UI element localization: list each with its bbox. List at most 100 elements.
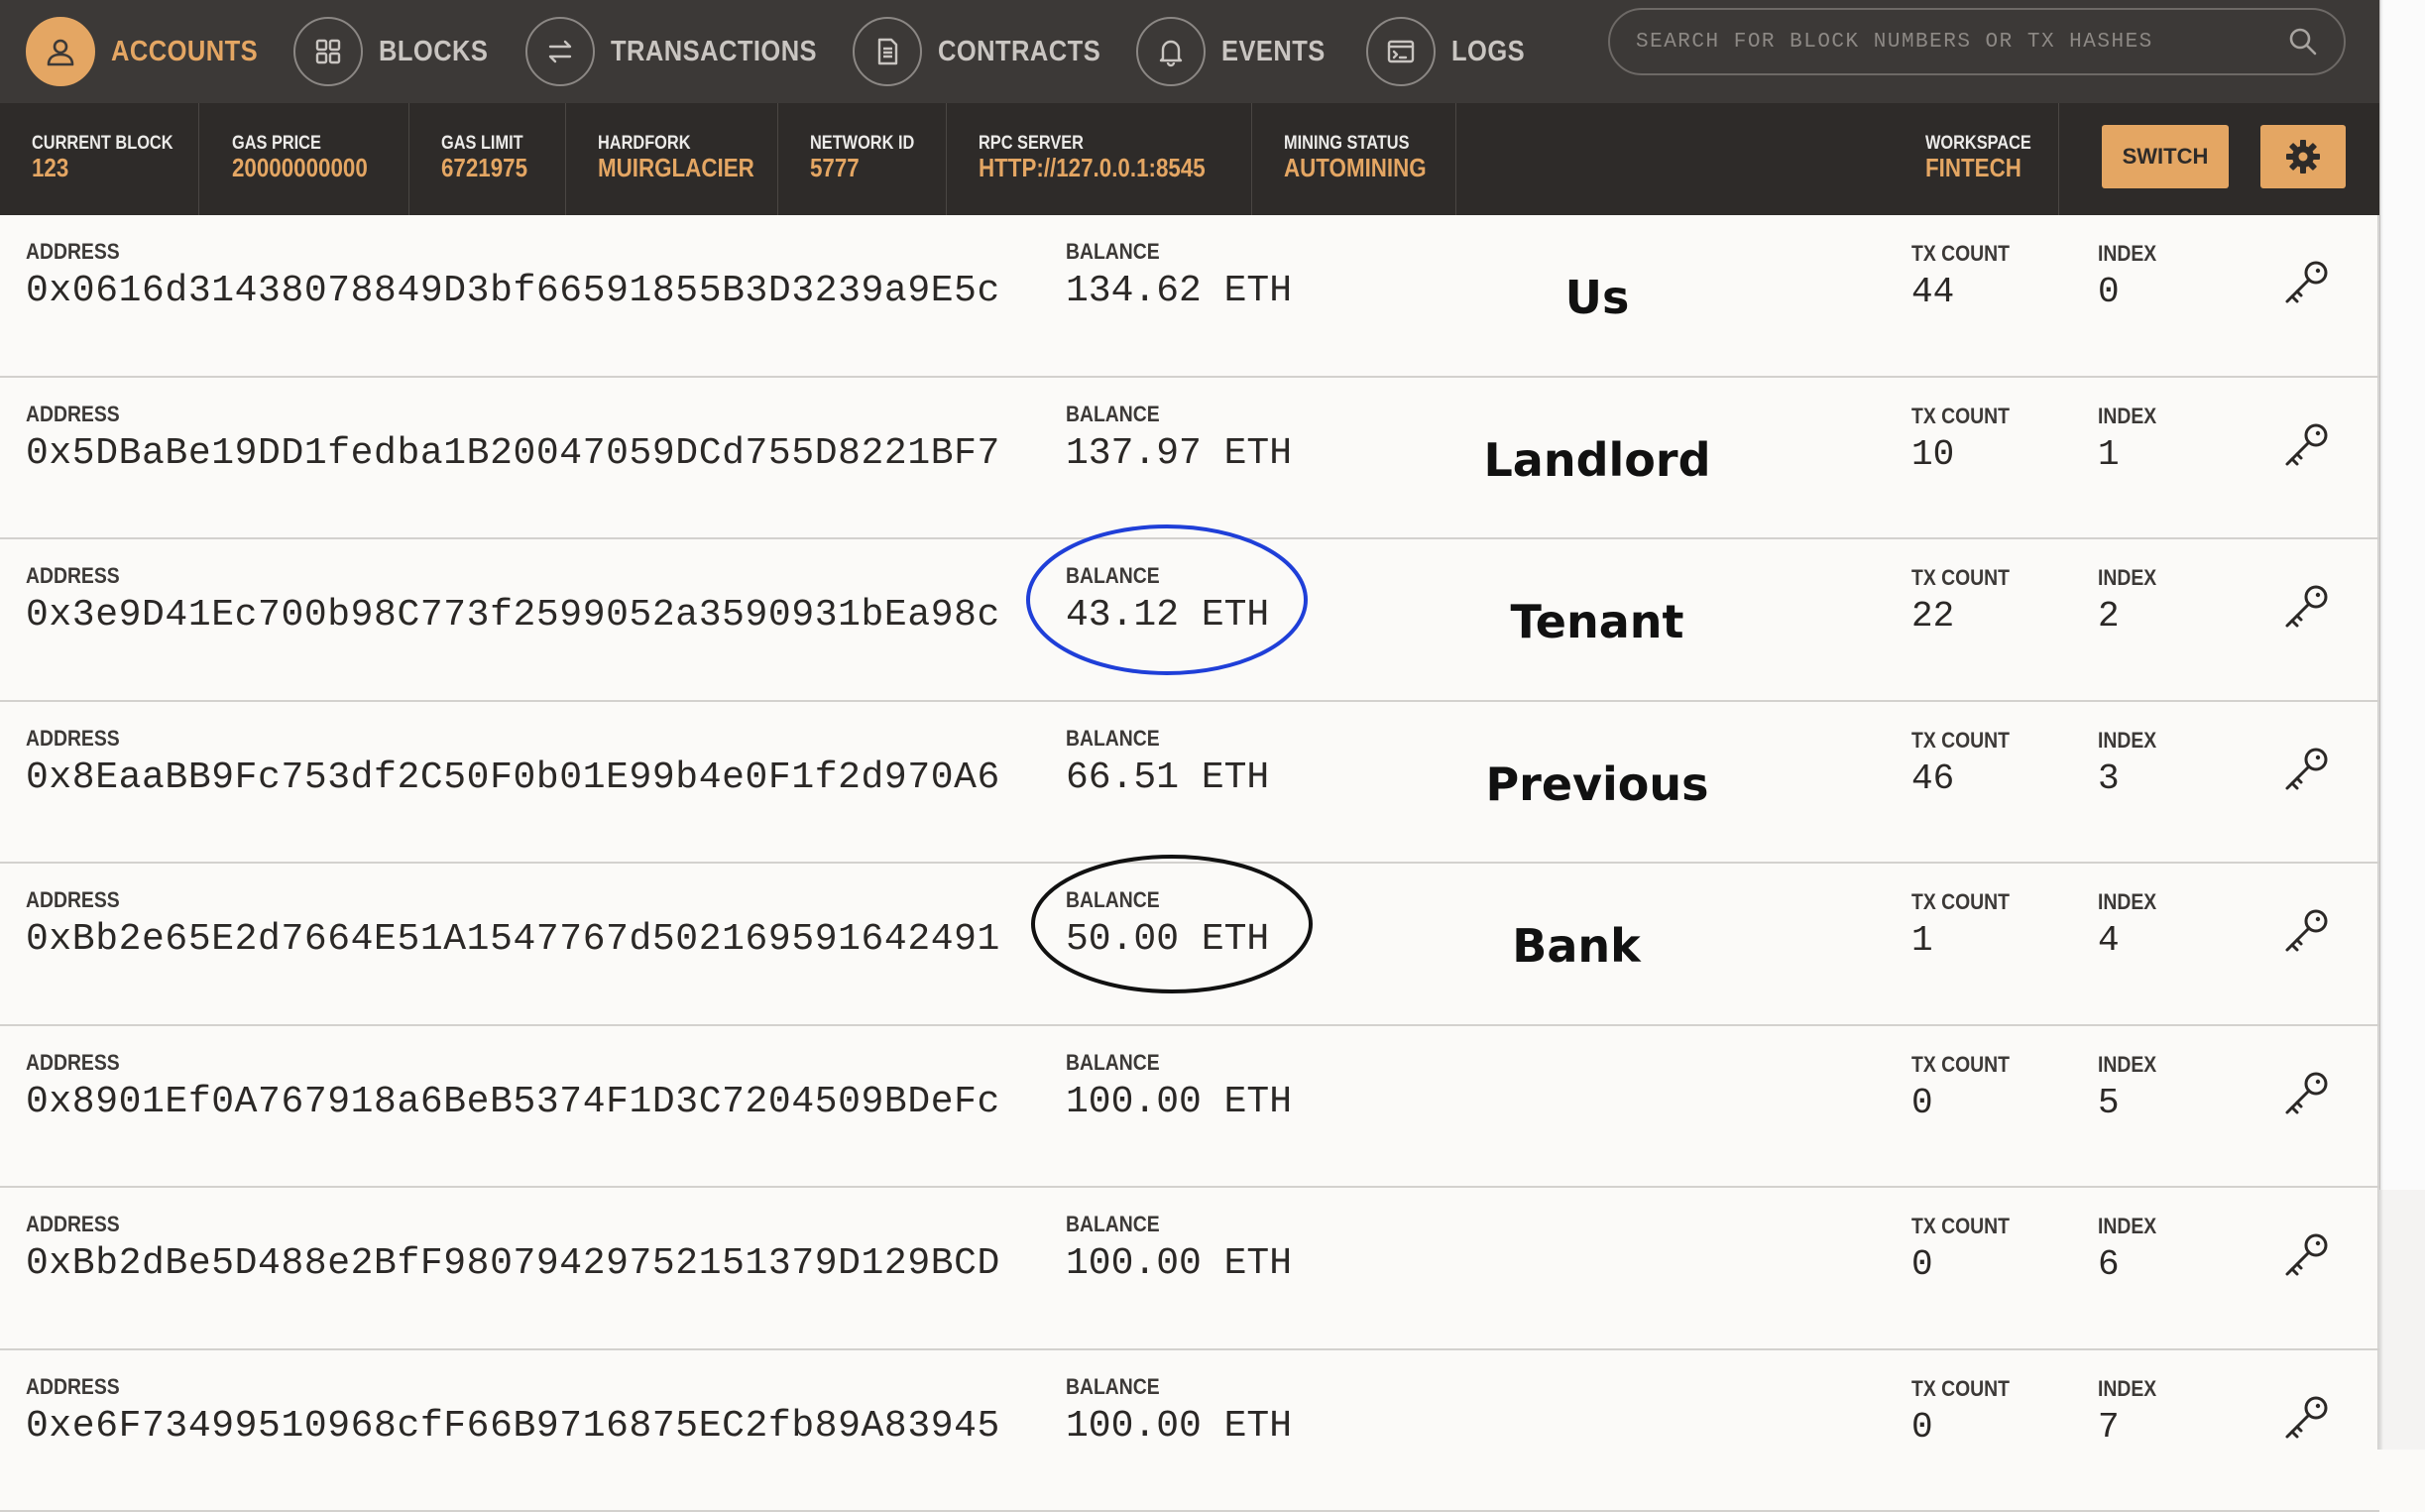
account-tx-count: 10 bbox=[1911, 434, 1954, 475]
account-address: 0x5DBaBe19DD1fedba1B20047059DCd755D8221B… bbox=[26, 432, 1000, 475]
key-icon[interactable] bbox=[2280, 1229, 2332, 1281]
account-row: ADDRESS0xe6F73499510968cfF66B9716875EC2f… bbox=[0, 1350, 2379, 1512]
status-bar: CURRENT BLOCK 123 GAS PRICE 20000000000 … bbox=[0, 103, 2379, 215]
account-row: ADDRESS 0x0616d31438078849D3bf66591855B3D… bbox=[0, 215, 2379, 378]
stat-value: 123 bbox=[32, 153, 68, 183]
stat-value: HTTP://127.0.0.1:8545 bbox=[979, 153, 1206, 183]
stat-value: 20000000000 bbox=[232, 153, 368, 183]
key-icon[interactable] bbox=[2280, 905, 2332, 957]
account-annotation: Us bbox=[1565, 271, 1630, 324]
index-label: INDEX bbox=[2098, 241, 2156, 267]
tx-count-label: TX COUNT bbox=[1911, 241, 2010, 267]
index-label: INDEX bbox=[2098, 404, 2156, 429]
account-index: 7 bbox=[2098, 1407, 2120, 1448]
background-window-panel bbox=[2379, 0, 2425, 1190]
account-balance: 43.12 ETH bbox=[1066, 594, 1269, 637]
key-icon[interactable] bbox=[2280, 419, 2332, 471]
account-annotation: Landlord bbox=[1483, 433, 1710, 487]
stat-label: GAS PRICE bbox=[232, 133, 321, 155]
stat-value: AUTOMINING bbox=[1284, 153, 1427, 183]
address-label: ADDRESS bbox=[26, 402, 120, 427]
nav-blocks[interactable]: BLOCKS bbox=[293, 0, 503, 103]
balance-label: BALANCE bbox=[1066, 1050, 1160, 1076]
tx-count-label: TX COUNT bbox=[1911, 1052, 2010, 1078]
account-address: 0x3e9D41Ec700b98C773f2599052a3590931bEa9… bbox=[26, 594, 1000, 637]
settings-button[interactable] bbox=[2260, 125, 2346, 188]
address-label: ADDRESS bbox=[26, 1374, 120, 1400]
nav-accounts[interactable]: ACCOUNTS bbox=[26, 0, 278, 103]
accounts-list: ADDRESS 0x0616d31438078849D3bf66591855B3D… bbox=[0, 215, 2379, 1512]
account-index: 0 bbox=[2098, 272, 2120, 312]
stat-label: GAS LIMIT bbox=[441, 133, 523, 155]
divider bbox=[777, 103, 778, 215]
account-address: 0xBb2e65E2d7664E51A1547767d5021695916424… bbox=[26, 918, 1000, 961]
search-input[interactable] bbox=[1634, 30, 2286, 55]
account-row: ADDRESS 0x3e9D41Ec700b98C773f2599052a3590… bbox=[0, 539, 2379, 702]
divider bbox=[2058, 103, 2059, 215]
user-icon bbox=[26, 17, 95, 86]
balance-label: BALANCE bbox=[1066, 239, 1160, 265]
account-address: 0x0616d31438078849D3bf66591855B3D3239a9E… bbox=[26, 270, 1000, 312]
balance-label: BALANCE bbox=[1066, 887, 1160, 913]
switch-workspace-button[interactable]: SWITCH bbox=[2102, 125, 2229, 188]
account-index: 5 bbox=[2098, 1083, 2120, 1123]
tx-count-label: TX COUNT bbox=[1911, 1214, 2010, 1239]
address-label: ADDRESS bbox=[26, 1050, 120, 1076]
index-label: INDEX bbox=[2098, 1052, 2156, 1078]
index-label: INDEX bbox=[2098, 565, 2156, 591]
tx-count-label: TX COUNT bbox=[1911, 889, 2010, 915]
account-tx-count: 44 bbox=[1911, 272, 1954, 312]
key-icon[interactable] bbox=[2280, 1392, 2332, 1444]
stat-label: MINING STATUS bbox=[1284, 133, 1409, 155]
account-tx-count: 46 bbox=[1911, 758, 1954, 799]
account-address: 0x8901Ef0A767918a6BeB5374F1D3C7204509BDe… bbox=[26, 1081, 1000, 1123]
account-index: 4 bbox=[2098, 920, 2120, 961]
divider bbox=[946, 103, 947, 215]
account-tx-count: 1 bbox=[1911, 920, 1933, 961]
account-tx-count: 22 bbox=[1911, 596, 1954, 637]
address-label: ADDRESS bbox=[26, 887, 120, 913]
key-icon[interactable] bbox=[2280, 581, 2332, 633]
account-tx-count: 0 bbox=[1911, 1244, 1933, 1285]
nav-contracts-label: CONTRACTS bbox=[938, 36, 1100, 68]
stat-label: WORKSPACE bbox=[1925, 133, 2031, 155]
key-icon[interactable] bbox=[2280, 257, 2332, 308]
address-label: ADDRESS bbox=[26, 563, 120, 589]
address-label: ADDRESS bbox=[26, 239, 120, 265]
account-balance: 100.00 ETH bbox=[1066, 1242, 1292, 1285]
nav-events-label: EVENTS bbox=[1221, 36, 1326, 68]
bell-icon bbox=[1136, 17, 1206, 86]
stat-value: MUIRGLACIER bbox=[598, 153, 754, 183]
search-icon[interactable] bbox=[2286, 25, 2320, 58]
index-label: INDEX bbox=[2098, 1214, 2156, 1239]
nav-logs-label: LOGS bbox=[1451, 36, 1525, 68]
account-row: ADDRESS 0xBb2e65E2d7664E51A1547767d502169… bbox=[0, 864, 2379, 1026]
tx-count-label: TX COUNT bbox=[1911, 1376, 2010, 1402]
account-annotation: Tenant bbox=[1511, 595, 1684, 648]
stat-value: 6721975 bbox=[441, 153, 527, 183]
account-balance: 100.00 ETH bbox=[1066, 1081, 1292, 1123]
account-tx-count: 0 bbox=[1911, 1407, 1933, 1448]
key-icon[interactable] bbox=[2280, 744, 2332, 795]
stat-label: RPC SERVER bbox=[979, 133, 1084, 155]
divider bbox=[198, 103, 199, 215]
nav-accounts-label: ACCOUNTS bbox=[111, 36, 258, 68]
tx-count-label: TX COUNT bbox=[1911, 404, 2010, 429]
account-index: 2 bbox=[2098, 596, 2120, 637]
key-icon[interactable] bbox=[2280, 1068, 2332, 1119]
terminal-icon bbox=[1366, 17, 1436, 86]
divider bbox=[408, 103, 409, 215]
nav-contracts[interactable]: CONTRACTS bbox=[853, 0, 1123, 103]
account-tx-count: 0 bbox=[1911, 1083, 1933, 1123]
balance-label: BALANCE bbox=[1066, 726, 1160, 752]
account-row: ADDRESS0xBb2dBe5D488e2BfF980794297521513… bbox=[0, 1188, 2379, 1350]
account-index: 6 bbox=[2098, 1244, 2120, 1285]
index-label: INDEX bbox=[2098, 1376, 2156, 1402]
index-label: INDEX bbox=[2098, 728, 2156, 754]
stat-label: NETWORK ID bbox=[810, 133, 914, 155]
balance-label: BALANCE bbox=[1066, 563, 1160, 589]
address-label: ADDRESS bbox=[26, 1212, 120, 1237]
nav-logs[interactable]: LOGS bbox=[1366, 0, 1535, 103]
nav-events[interactable]: EVENTS bbox=[1136, 0, 1339, 103]
nav-transactions[interactable]: TRANSACTIONS bbox=[525, 0, 845, 103]
